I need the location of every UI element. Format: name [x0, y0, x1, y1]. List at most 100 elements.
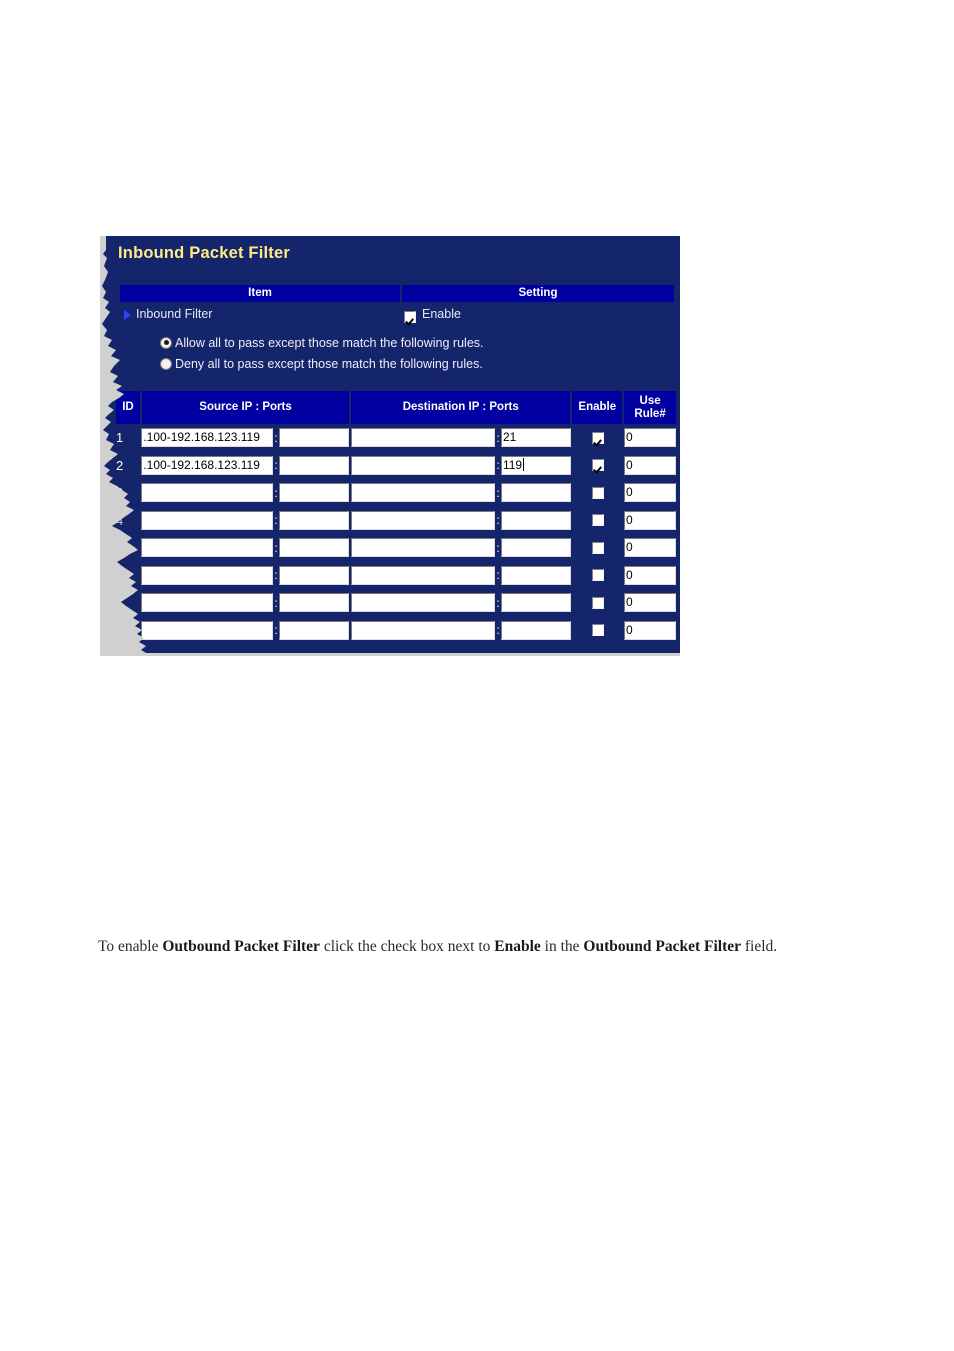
checkbox-glyph [591, 431, 604, 444]
caption-text: To enable Outbound Packet Filter click t… [98, 938, 888, 956]
source-ip-input[interactable] [141, 538, 274, 558]
radio-allow-icon [160, 336, 172, 349]
source-port-input[interactable] [279, 565, 350, 585]
page-title: Inbound Packet Filter [118, 244, 290, 262]
source-cell: .100-192.168.123.119: [141, 455, 350, 475]
column-header-setting: Setting [402, 285, 674, 302]
use-rule-input[interactable]: 0 [624, 538, 676, 558]
use-rule-input[interactable]: 0 [624, 565, 676, 585]
destination-ip-input[interactable] [351, 455, 496, 475]
rule-enable-checkbox[interactable] [573, 431, 622, 444]
use-rule-input[interactable]: 0 [624, 483, 676, 503]
destination-port-input[interactable]: 21 [500, 428, 572, 448]
destination-ip-input[interactable] [351, 593, 496, 613]
caption-part3: in the [540, 937, 584, 955]
rule-enable-checkbox[interactable] [573, 596, 622, 609]
source-ip-input[interactable]: .100-192.168.123.119 [141, 428, 274, 448]
destination-ip-input[interactable] [351, 620, 496, 640]
rule-enable-checkbox[interactable] [573, 486, 622, 499]
inbound-filter-row: Inbound Filter Enable [122, 306, 676, 326]
table-row: 5:: 0 [116, 534, 676, 562]
inbound-filter-enable-label: Enable [422, 307, 461, 321]
rule-enable-checkbox[interactable] [573, 459, 622, 472]
destination-ip-input[interactable] [351, 428, 496, 448]
destination-ip-input[interactable] [351, 565, 496, 585]
row-id-label: 6 [116, 567, 124, 583]
destination-ip-input[interactable] [351, 538, 496, 558]
source-port-input[interactable] [279, 593, 350, 613]
source-cell: : [141, 538, 350, 558]
caption-bold3: Outbound Packet Filter [583, 937, 741, 955]
th-source: Source IP : Ports [141, 391, 350, 424]
destination-port-input[interactable] [500, 538, 572, 558]
source-cell: .100-192.168.123.119: [141, 428, 350, 448]
th-destination: Destination IP : Ports [351, 391, 571, 424]
destination-port-input[interactable] [500, 620, 572, 640]
table-row: 2 .100-192.168.123.119::119 0 [116, 452, 676, 480]
destination-port-value: 21 [502, 430, 517, 445]
destination-port-input[interactable] [500, 593, 572, 613]
source-port-input[interactable] [279, 428, 350, 448]
caption-part1: To enable [98, 937, 163, 955]
source-port-input[interactable] [279, 510, 350, 530]
source-cell: : [141, 565, 350, 585]
destination-port-input[interactable] [500, 483, 572, 503]
right-arrow-icon [124, 310, 131, 320]
rule-enable-checkbox[interactable] [573, 541, 622, 554]
destination-ip-input[interactable] [351, 483, 496, 503]
source-port-input[interactable] [279, 455, 350, 475]
policy-option-deny-label: Deny all to pass except those match the … [175, 356, 483, 371]
destination-cell: : [351, 510, 572, 530]
inbound-filter-enable-checkbox[interactable] [404, 308, 416, 326]
destination-cell: :119 [351, 455, 572, 475]
checkbox-glyph [591, 514, 604, 527]
source-ip-input[interactable] [141, 510, 274, 530]
source-ip-input[interactable] [141, 483, 274, 503]
table-row: 3:: 0 [116, 479, 676, 507]
row-id-label: 4 [116, 512, 124, 528]
use-rule-cell: 0 [624, 620, 676, 640]
use-rule-cell: 0 [624, 538, 676, 558]
destination-port-value: 119 [502, 457, 523, 472]
source-ip-input[interactable] [141, 565, 274, 585]
caption-part2: click the check box next to [319, 937, 495, 955]
table-body: 1.100-192.168.123.119::21 0 2.100-192.168.… [116, 424, 676, 644]
destination-port-input[interactable] [500, 565, 572, 585]
destination-cell: : [351, 620, 572, 640]
use-rule-input[interactable]: 0 [624, 593, 676, 613]
rule-enable-checkbox[interactable] [573, 514, 622, 527]
row-id-label: 2 [116, 457, 124, 473]
source-port-input[interactable] [279, 483, 350, 503]
source-port-input[interactable] [279, 620, 350, 640]
use-rule-input[interactable]: 0 [624, 455, 676, 475]
source-port-input[interactable] [279, 538, 350, 558]
destination-ip-input[interactable] [351, 510, 496, 530]
inbound-packet-filter-panel: Inbound Packet Filter Item Setting Inbou… [100, 236, 680, 656]
filter-rules-table: ID Source IP : Ports Destination IP : Po… [116, 391, 676, 644]
use-rule-input[interactable]: 0 [624, 428, 676, 448]
source-ip-input[interactable]: .100-192.168.123.119 [141, 455, 274, 475]
use-rule-input[interactable]: 0 [624, 510, 676, 530]
destination-cell: : [351, 483, 572, 503]
th-enable: Enable [572, 391, 623, 424]
th-use-rule: Use Rule# [624, 391, 676, 424]
checkbox-glyph [591, 486, 604, 499]
rule-enable-checkbox[interactable] [573, 624, 622, 637]
source-ip-input[interactable] [141, 620, 274, 640]
item-setting-header: Item Setting [120, 285, 674, 302]
rule-enable-checkbox[interactable] [573, 569, 622, 582]
source-ip-input[interactable] [141, 593, 274, 613]
policy-option-deny[interactable]: Deny all to pass except those match the … [160, 353, 660, 374]
caption-bold1: Outbound Packet Filter [162, 937, 320, 955]
use-rule-cell: 0 [624, 593, 676, 613]
th-id: ID [116, 391, 140, 424]
policy-radio-group: Allow all to pass except those match the… [160, 332, 660, 374]
table-row: 7:: 0 [116, 589, 676, 617]
destination-port-input[interactable]: 119 [500, 455, 572, 475]
source-cell: : [141, 483, 350, 503]
table-row: 1 .100-192.168.123.119::21 0 [116, 424, 676, 452]
use-rule-input[interactable]: 0 [624, 620, 676, 640]
policy-option-allow[interactable]: Allow all to pass except those match the… [160, 332, 660, 353]
checkbox-glyph [591, 541, 604, 554]
destination-port-input[interactable] [500, 510, 572, 530]
